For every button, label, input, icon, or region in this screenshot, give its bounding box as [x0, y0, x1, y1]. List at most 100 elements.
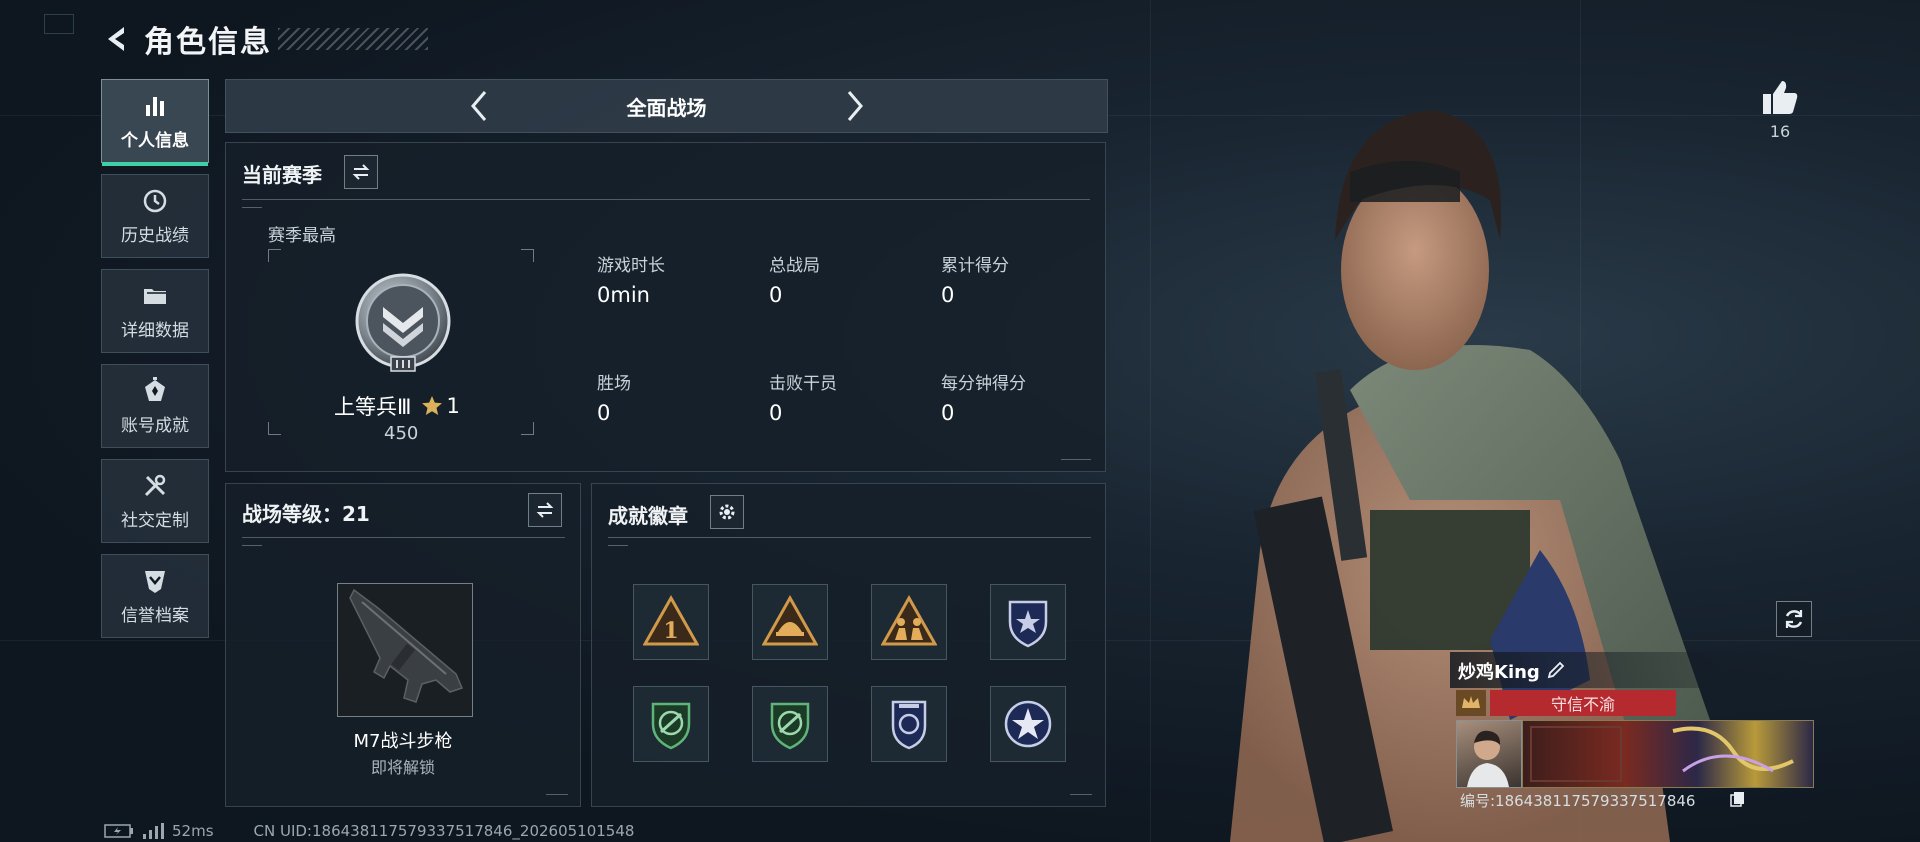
stat-label: 总战局	[769, 256, 820, 276]
star-icon	[422, 396, 443, 415]
triangle-soldiers-badge-icon	[881, 594, 937, 646]
sidebar-nav: 个人信息 历史战绩 详细数据 账号成就 社交定制 信誉档案	[101, 79, 209, 649]
season-title: 当前赛季	[242, 163, 322, 187]
decoration	[546, 794, 568, 799]
edit-pencil-icon[interactable]	[1546, 660, 1566, 680]
mode-selector: 全面战场	[225, 79, 1108, 133]
sidebar-item-reputation[interactable]: 信誉档案	[101, 554, 209, 638]
sidebar-item-social-custom[interactable]: 社交定制	[101, 459, 209, 543]
triangle-helmet-badge-icon	[762, 594, 818, 646]
badge-slot[interactable]	[990, 584, 1066, 660]
sidebar-item-label: 账号成就	[121, 415, 189, 436]
like-control[interactable]: 16	[1760, 78, 1800, 141]
back-arrow-icon[interactable]	[100, 23, 132, 55]
decoration	[608, 545, 628, 550]
uid-text: CN UID:18643811757933751784​6_2026051015…	[253, 822, 635, 840]
badge-slot[interactable]: 1	[633, 584, 709, 660]
stat-value: 0	[769, 401, 783, 425]
badge-slot[interactable]	[871, 686, 947, 762]
avatar[interactable]	[1456, 720, 1522, 788]
rank-stars: 1	[446, 394, 460, 418]
dragon-banner-icon	[1530, 726, 1794, 782]
weapon-thumbnail[interactable]	[337, 583, 473, 717]
battery-charging-icon	[104, 824, 133, 838]
stat-value: 0	[597, 401, 611, 425]
rank-points: 450	[384, 423, 419, 444]
sidebar-item-label: 详细数据	[121, 320, 189, 341]
rank-name-row: 上等兵Ⅲ 1	[334, 391, 460, 421]
stat-label: 累计得分	[941, 256, 1009, 276]
shield-check-icon	[145, 570, 165, 593]
gear-icon	[719, 504, 735, 520]
refresh-icon	[1785, 610, 1803, 628]
decoration	[1070, 794, 1092, 799]
sidebar-item-label: 信誉档案	[121, 605, 189, 626]
stat-label: 每分钟得分	[941, 374, 1026, 394]
divider	[608, 537, 1091, 538]
mode-title: 全面战场	[626, 95, 707, 120]
stat-value: 0	[941, 401, 955, 425]
decoration	[242, 545, 262, 550]
rifle-icon	[349, 588, 464, 703]
stat-value: 0min	[597, 283, 650, 307]
green-shield-badge-icon	[651, 702, 691, 750]
signal-strength-icon	[143, 823, 164, 839]
season-switch-button[interactable]	[344, 155, 378, 189]
avatar-person-icon	[1467, 730, 1509, 787]
rank-name: 上等兵Ⅲ	[334, 395, 412, 419]
divider	[242, 537, 565, 538]
player-name: 炒鸡King	[1458, 662, 1540, 683]
copy-icon[interactable]	[1730, 791, 1746, 807]
badge-slot[interactable]	[752, 686, 828, 762]
badge-slot[interactable]	[990, 686, 1066, 762]
sidebar-item-detailed-data[interactable]: 详细数据	[101, 269, 209, 353]
frame-corner	[521, 249, 534, 262]
swap-icon	[352, 164, 370, 180]
badge-slot[interactable]	[752, 584, 828, 660]
svg-text:1: 1	[663, 618, 678, 644]
badge-slot[interactable]	[871, 584, 947, 660]
green-shield-badge-icon	[770, 702, 810, 750]
nameplate-banner	[1522, 720, 1814, 788]
frame-corner	[268, 249, 281, 262]
weapon-status: 即将解锁	[370, 758, 435, 777]
sidebar-item-label: 社交定制	[121, 510, 189, 531]
title-decoration	[278, 28, 428, 50]
frame-corner	[521, 422, 534, 435]
sidebar-item-personal-info[interactable]: 个人信息	[101, 79, 209, 166]
divider	[242, 199, 1090, 200]
stat-value: 0	[941, 283, 955, 307]
sidebar-item-account-achievements[interactable]: 账号成就	[101, 364, 209, 448]
bar-chart-icon	[146, 96, 164, 116]
frame-corner	[268, 422, 281, 435]
achievement-badges-panel: 成就徽章 1	[591, 483, 1106, 807]
stat-label: 胜场	[597, 374, 631, 394]
chevron-right-icon[interactable]	[837, 86, 871, 126]
refresh-button[interactable]	[1776, 601, 1812, 637]
badge-slot[interactable]	[633, 686, 709, 762]
chevron-left-icon[interactable]	[463, 86, 497, 126]
decoration	[1061, 459, 1091, 464]
player-motto: 守信不渝	[1550, 695, 1615, 714]
ping-value: 52ms	[172, 822, 214, 840]
title-badge	[1456, 690, 1486, 716]
sidebar-item-label: 历史战绩	[121, 225, 189, 246]
motto-banner: 守信不渝	[1490, 690, 1676, 716]
blue-shield-badge-icon	[1008, 600, 1048, 648]
player-card: 炒鸡King 守信不渝 编号:18643811757933751784​6	[1450, 652, 1820, 810]
crown-badge-icon	[1462, 696, 1480, 708]
tools-icon	[144, 474, 166, 496]
frame-decoration	[44, 14, 74, 34]
stat-value: 0	[769, 283, 783, 307]
sidebar-item-history[interactable]: 历史战绩	[101, 174, 209, 258]
header: 角色信息	[100, 18, 428, 60]
badges-settings-button[interactable]	[710, 495, 744, 529]
like-count: 16	[1769, 122, 1791, 141]
player-id: 编号:18643811757933751784​6	[1460, 792, 1696, 810]
level-switch-button[interactable]	[528, 493, 562, 527]
stat-label: 游戏时长	[597, 256, 665, 276]
blue-star-badge-icon	[1004, 700, 1052, 748]
achievement-icon	[145, 376, 165, 401]
badges-title: 成就徽章	[608, 504, 688, 528]
blue-police-badge-icon	[891, 700, 927, 750]
